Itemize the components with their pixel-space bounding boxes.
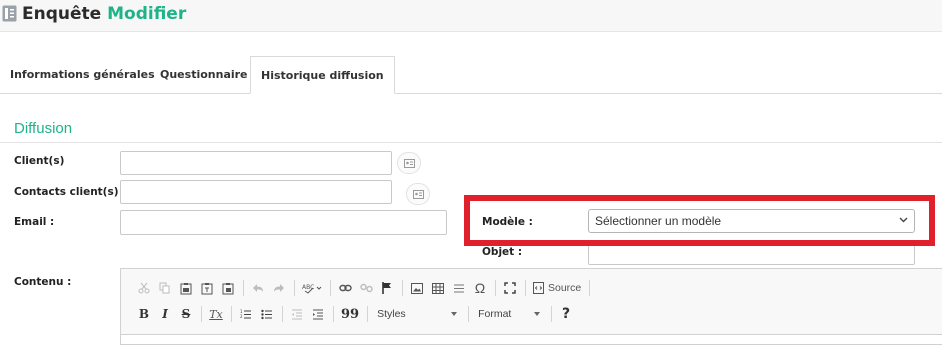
svg-text:2: 2 (240, 314, 243, 319)
toolbar-separator (551, 306, 553, 322)
contenu-label: Contenu : (14, 276, 72, 288)
contacts-picker-button[interactable] (406, 183, 430, 205)
format-dropdown[interactable]: Format (474, 305, 544, 323)
editor-toolbar: ABC Ω Source B I S Tx 1 2 99 Styles Form… (121, 269, 942, 335)
help-button[interactable]: ? (557, 305, 575, 323)
tab-questionnaire[interactable]: Questionnaire (160, 56, 248, 94)
bold-button[interactable]: B (135, 305, 153, 323)
section-divider (0, 142, 942, 143)
toolbar-separator (589, 280, 591, 296)
styles-dropdown[interactable]: Styles (373, 305, 461, 323)
paste-word-icon[interactable] (219, 279, 237, 297)
objet-label: Objet : (482, 246, 523, 258)
contacts-input[interactable] (120, 180, 392, 204)
clients-input[interactable] (120, 151, 392, 175)
styles-label: Styles (377, 308, 406, 320)
clients-label: Client(s) (14, 155, 65, 167)
toolbar-separator (294, 280, 295, 296)
toolbar-separator (201, 306, 202, 322)
contacts-label: Contacts client(s) (14, 186, 119, 198)
clear-format-button[interactable]: Tx (207, 305, 225, 323)
unlink-icon[interactable] (357, 279, 375, 297)
address-card-icon (403, 158, 415, 168)
caret-down-icon (451, 312, 458, 316)
caret-down-icon (534, 312, 541, 316)
highlight-box (464, 195, 935, 246)
horizontal-rule-icon[interactable] (450, 279, 468, 297)
page-header: Enquête Modifier (0, 0, 942, 32)
toolbar-separator (402, 280, 403, 296)
email-label: Email : (14, 216, 55, 228)
numbered-list-icon[interactable]: 12 (237, 305, 255, 323)
maximize-icon[interactable] (501, 279, 519, 297)
table-icon[interactable] (429, 279, 447, 297)
tabs-bar: Informations générales Questionnaire His… (0, 56, 942, 94)
toolbar-separator (525, 280, 526, 296)
toolbar-separator (231, 306, 232, 322)
toolbar-separator (495, 280, 496, 296)
document-icon (2, 5, 17, 22)
format-label: Format (478, 308, 512, 320)
page-title-main: Enquête (22, 4, 102, 24)
paste-text-icon[interactable] (198, 279, 216, 297)
tab-informations-generales[interactable]: Informations générales (10, 56, 155, 94)
address-card-icon (412, 189, 424, 199)
source-button[interactable]: Source (531, 279, 583, 297)
link-icon[interactable] (336, 279, 354, 297)
italic-button[interactable]: I (156, 305, 174, 323)
svg-text:ABC: ABC (302, 284, 314, 291)
anchor-icon[interactable] (378, 279, 396, 297)
email-input[interactable] (120, 210, 447, 235)
cut-icon[interactable] (135, 279, 153, 297)
page-title: Enquête Modifier (22, 4, 186, 24)
clients-picker-button[interactable] (397, 152, 421, 174)
toolbar-row-1: ABC Ω Source (135, 278, 595, 298)
section-title: Diffusion (14, 120, 73, 137)
bullet-list-icon[interactable] (258, 305, 276, 323)
image-icon[interactable] (408, 279, 426, 297)
toolbar-separator (330, 280, 331, 296)
toolbar-separator (468, 306, 470, 322)
blockquote-button[interactable]: 99 (339, 305, 361, 323)
spellcheck-icon[interactable]: ABC (300, 279, 324, 297)
indent-icon[interactable] (309, 305, 327, 323)
toolbar-separator (282, 306, 283, 322)
paste-icon[interactable] (177, 279, 195, 297)
source-icon (533, 282, 544, 294)
rich-text-editor[interactable]: ABC Ω Source B I S Tx 1 2 99 Styles Form… (120, 268, 942, 345)
special-char-icon[interactable]: Ω (471, 279, 489, 297)
source-label: Source (548, 282, 582, 294)
outdent-icon[interactable] (288, 305, 306, 323)
strike-button[interactable]: S (177, 305, 195, 323)
toolbar-separator (333, 306, 334, 322)
copy-icon[interactable] (156, 279, 174, 297)
toolbar-row-2: B I S Tx 12 99 Styles Format ? (135, 304, 578, 324)
toolbar-separator (367, 306, 369, 322)
page-title-accent: Modifier (107, 4, 187, 24)
toolbar-separator (243, 280, 244, 296)
undo-icon[interactable] (249, 279, 267, 297)
tab-historique-diffusion[interactable]: Historique diffusion (250, 56, 395, 94)
redo-icon[interactable] (270, 279, 288, 297)
